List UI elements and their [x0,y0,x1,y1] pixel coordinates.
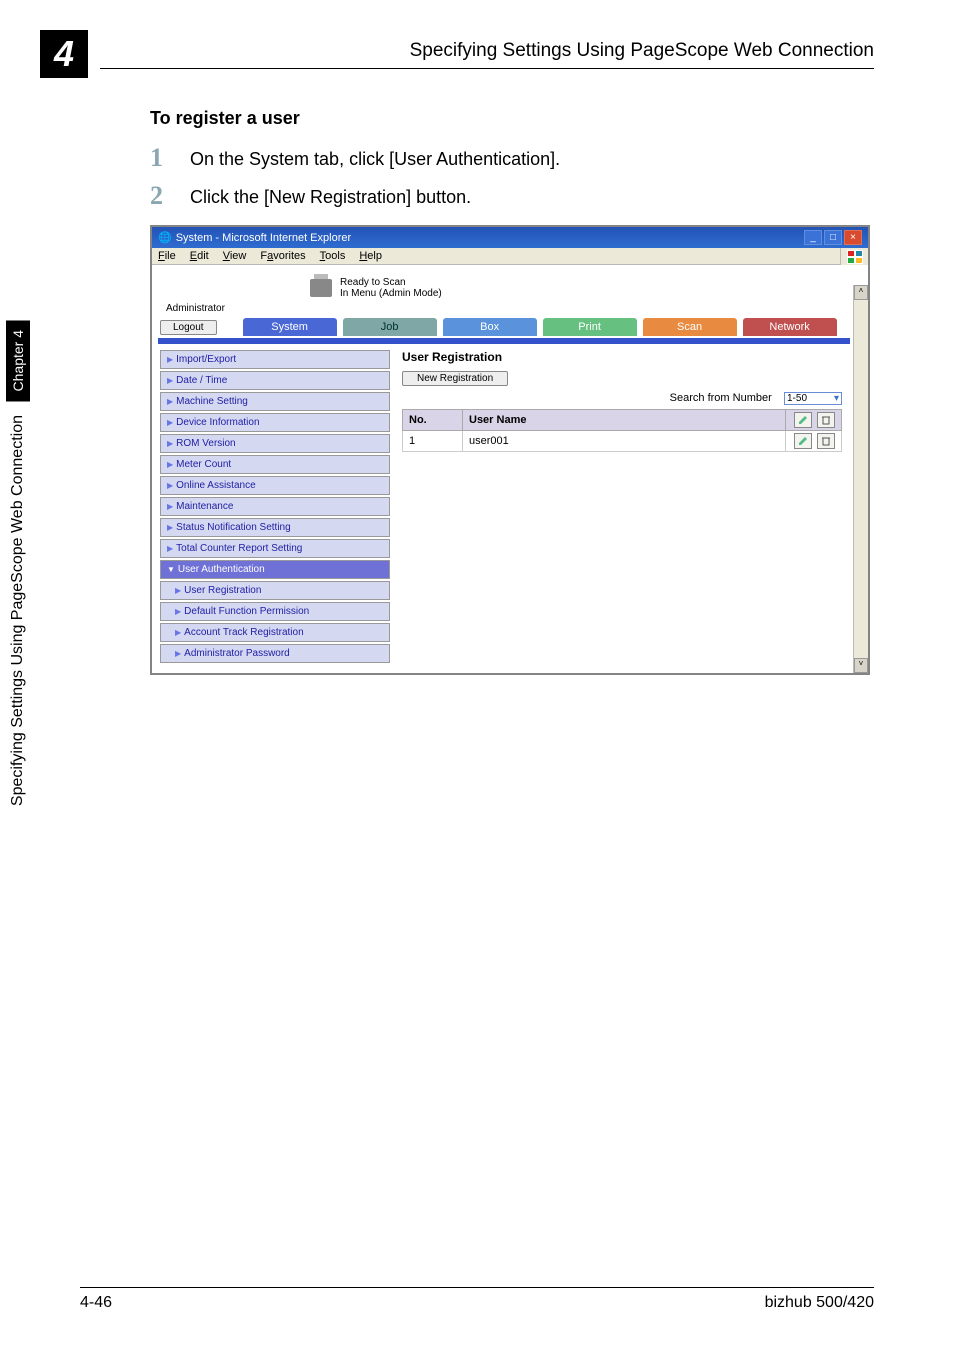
document-page: Chapter 4 Specifying Settings Using Page… [0,0,954,1352]
device-status: Ready to Scan In Menu (Admin Mode) [310,277,848,299]
step-text: On the System tab, click [User Authentic… [190,143,560,170]
page-footer: 4-46 bizhub 500/420 [80,1287,874,1312]
side-default-func-perm[interactable]: ▶Default Function Permission [160,602,390,621]
side-status-notify[interactable]: ▶Status Notification Setting [160,518,390,537]
tab-print[interactable]: Print [543,318,637,336]
tab-system[interactable]: System [243,318,337,336]
col-no: No. [403,410,463,431]
side-machine-setting[interactable]: ▶Machine Setting [160,392,390,411]
menubar-row: File Edit View Favorites Tools Help [152,248,868,265]
close-button[interactable]: × [844,230,862,245]
printer-icon [310,279,332,297]
side-counter-report[interactable]: ▶Total Counter Report Setting [160,539,390,558]
product-name: bizhub 500/420 [765,1294,874,1312]
status-ready: Ready to Scan [340,277,442,288]
delete-icon[interactable] [817,433,835,449]
step-number: 1 [150,143,190,173]
minimize-button[interactable]: _ [804,230,822,245]
search-label: Search from Number [670,392,772,404]
side-rom-version[interactable]: ▶ROM Version [160,434,390,453]
nav-separator [158,338,850,344]
panel-title: User Registration [402,350,842,364]
window-titlebar[interactable]: 🌐 System - Microsoft Internet Explorer _… [152,227,868,248]
step-1: 1 On the System tab, click [User Authent… [150,143,874,173]
user-table: No. User Name 1 user001 [402,409,842,452]
side-menu: ▶Import/Export ▶Date / Time ▶Machine Set… [160,350,390,665]
chapter-number-box: 4 [40,30,88,78]
side-user-registration[interactable]: ▶User Registration [160,581,390,600]
embedded-screenshot: 🌐 System - Microsoft Internet Explorer _… [150,225,870,675]
menu-tools[interactable]: Tools [320,250,346,262]
menu-file[interactable]: File [158,250,176,262]
menu-view[interactable]: View [223,250,247,262]
side-device-info[interactable]: ▶Device Information [160,413,390,432]
side-maintenance[interactable]: ▶Maintenance [160,497,390,516]
tab-job[interactable]: Job [343,318,437,336]
main-content: User Registration New Registration Searc… [396,350,848,665]
range-select[interactable]: 1-50 ▾ [784,392,842,405]
chevron-down-icon: ▾ [834,393,839,404]
running-head: Specifying Settings Using PageScope Web … [100,30,874,69]
vertical-scrollbar[interactable]: ˄ ˅ [853,285,868,673]
menu-favorites[interactable]: Favorites [260,250,305,262]
chapter-label: Chapter 4 [6,320,30,401]
ie-page-icon: 🌐 [158,231,172,244]
delete-icon[interactable] [817,412,835,428]
search-row: Search from Number 1-50 ▾ [402,392,842,405]
side-meter-count[interactable]: ▶Meter Count [160,455,390,474]
menu-help[interactable]: Help [359,250,382,262]
range-value: 1-50 [787,393,807,404]
cell-user-name: user001 [463,431,786,452]
cell-no: 1 [403,431,463,452]
side-online-assist[interactable]: ▶Online Assistance [160,476,390,495]
side-admin-password[interactable]: ▶Administrator Password [160,644,390,663]
top-nav-row: Logout System Job Box Print Scan Network [160,318,848,336]
side-date-time[interactable]: ▶Date / Time [160,371,390,390]
new-registration-button[interactable]: New Registration [402,371,508,386]
edit-icon[interactable] [794,412,812,428]
role-label: Administrator [166,303,848,314]
table-row[interactable]: 1 user001 [403,431,842,452]
step-text: Click the [New Registration] button. [190,181,471,208]
tab-scan[interactable]: Scan [643,318,737,336]
tab-box[interactable]: Box [443,318,537,336]
browser-viewport: Ready to Scan In Menu (Admin Mode) Admin… [152,265,868,673]
menu-bar[interactable]: File Edit View Favorites Tools Help [152,248,868,265]
col-actions [785,410,841,431]
page-header: 4 Specifying Settings Using PageScope We… [40,30,874,78]
edit-icon[interactable] [794,433,812,449]
section-heading: To register a user [150,108,874,129]
scroll-up-button[interactable]: ˄ [854,285,868,300]
ie-logo-icon [840,248,868,266]
step-2: 2 Click the [New Registration] button. [150,181,874,211]
scroll-down-button[interactable]: ˅ [854,658,868,673]
cell-actions [785,431,841,452]
chapter-title: Specifying Settings Using PageScope Web … [5,405,31,816]
page-number: 4-46 [80,1294,112,1312]
maximize-button[interactable]: □ [824,230,842,245]
col-user-name: User Name [463,410,786,431]
window-title: System - Microsoft Internet Explorer [176,232,351,244]
side-user-auth[interactable]: ▼User Authentication [160,560,390,579]
menu-edit[interactable]: Edit [190,250,209,262]
status-mode: In Menu (Admin Mode) [340,288,442,299]
side-chapter-tab: Chapter 4 Specifying Settings Using Page… [0,320,36,960]
logout-button[interactable]: Logout [160,320,217,335]
tab-network[interactable]: Network [743,318,837,336]
side-account-track[interactable]: ▶Account Track Registration [160,623,390,642]
side-import-export[interactable]: ▶Import/Export [160,350,390,369]
step-number: 2 [150,181,190,211]
